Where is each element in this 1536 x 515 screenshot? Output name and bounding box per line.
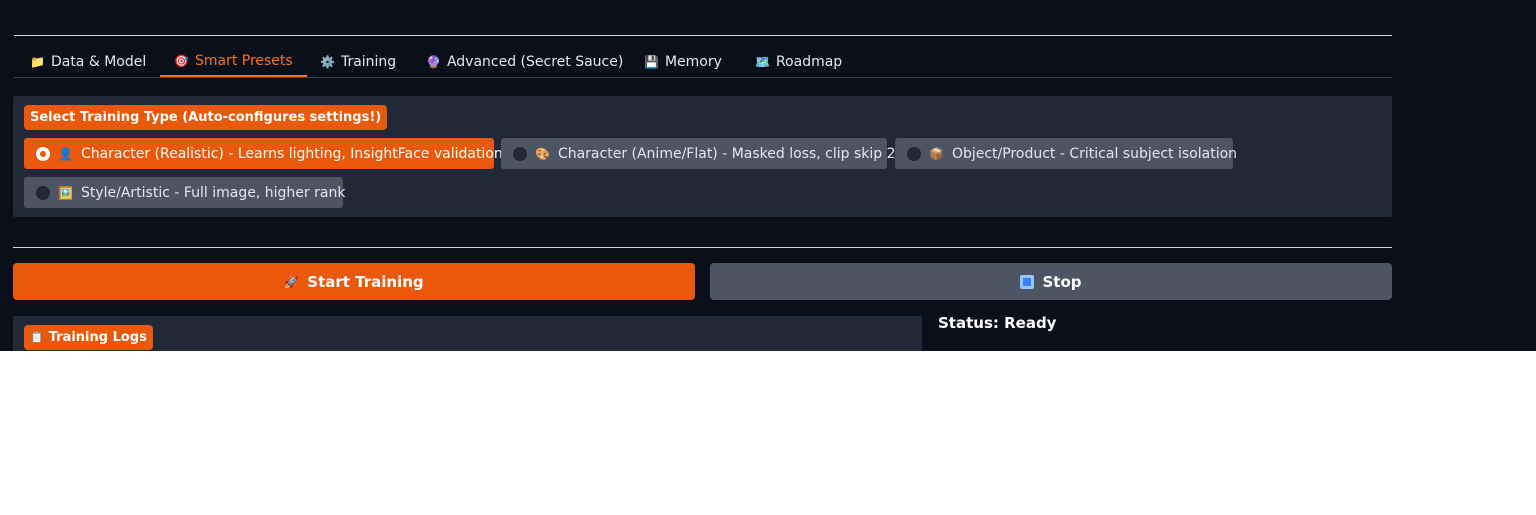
framed-picture-icon: 🖼️ xyxy=(58,185,73,200)
radio-character-anime[interactable]: 🎨 Character (Anime/Flat) - Masked loss, … xyxy=(501,138,896,169)
radio-button[interactable] xyxy=(907,146,921,161)
radio-button[interactable] xyxy=(513,146,527,161)
radio-label: Object/Product - Critical subject isolat… xyxy=(951,145,1238,162)
tab-data-model[interactable]: 📁 Data & Model xyxy=(30,47,146,76)
floppy-disk-icon: 💾 xyxy=(644,54,659,69)
divider-middle xyxy=(13,247,1392,248)
training-type-label: Select Training Type (Auto-configures se… xyxy=(24,105,388,130)
rocket-icon: 🚀 xyxy=(284,274,300,289)
package-icon: 📦 xyxy=(929,146,944,161)
training-logs-panel: 📋 Training Logs xyxy=(13,316,922,351)
tab-label: Advanced (Secret Sauce) xyxy=(446,53,624,70)
radio-character-realistic[interactable]: 👤 Character (Realistic) - Learns lightin… xyxy=(24,138,503,169)
radio-label: Character (Anime/Flat) - Masked loss, cl… xyxy=(557,145,896,162)
tab-training[interactable]: ⚙️ Training xyxy=(320,47,396,76)
stop-icon xyxy=(1020,274,1035,289)
radio-style-artistic[interactable]: 🖼️ Style/Artistic - Full image, higher r… xyxy=(24,177,346,208)
palette-icon: 🎨 xyxy=(535,146,550,161)
stop-button[interactable]: Stop xyxy=(710,263,1392,300)
training-logs-text: Training Logs xyxy=(48,330,147,345)
start-training-label: Start Training xyxy=(307,272,424,291)
training-logs-label: 📋 Training Logs xyxy=(24,325,153,350)
tab-smart-presets[interactable]: 🎯 Smart Presets xyxy=(160,47,307,77)
gear-icon: ⚙️ xyxy=(320,54,335,69)
folder-icon: 📁 xyxy=(30,54,45,69)
tab-label: Data & Model xyxy=(50,53,147,70)
tab-memory[interactable]: 💾 Memory xyxy=(644,47,722,76)
tab-label: Training xyxy=(340,53,397,70)
status-text: Status: Ready xyxy=(938,314,1057,332)
radio-label: Style/Artistic - Full image, higher rank xyxy=(80,184,346,201)
tab-label: Memory xyxy=(664,53,722,70)
tab-roadmap[interactable]: 🗺️ Roadmap xyxy=(755,47,842,76)
stop-label: Stop xyxy=(1042,272,1082,291)
training-type-radio-group: Select Training Type (Auto-configures se… xyxy=(13,96,1392,217)
clipboard-icon: 📋 xyxy=(30,331,44,344)
tab-bar: 📁 Data & Model 🎯 Smart Presets ⚙️ Traini… xyxy=(14,47,1392,78)
map-icon: 🗺️ xyxy=(755,54,770,69)
start-training-button[interactable]: 🚀 Start Training xyxy=(13,263,695,300)
tab-label: Smart Presets xyxy=(194,53,293,69)
radio-button[interactable] xyxy=(36,185,50,200)
divider-top xyxy=(14,35,1392,36)
radio-label: Character (Realistic) - Learns lighting,… xyxy=(80,145,503,162)
radio-button-checked[interactable] xyxy=(36,146,50,161)
person-icon: 👤 xyxy=(58,146,73,161)
app-window: 📁 Data & Model 🎯 Smart Presets ⚙️ Traini… xyxy=(0,0,1536,351)
crystal-ball-icon: 🔮 xyxy=(426,54,441,69)
target-icon: 🎯 xyxy=(174,54,189,68)
tab-advanced[interactable]: 🔮 Advanced (Secret Sauce) xyxy=(426,47,623,76)
tab-label: Roadmap xyxy=(775,53,843,70)
radio-object-product[interactable]: 📦 Object/Product - Critical subject isol… xyxy=(895,138,1237,169)
